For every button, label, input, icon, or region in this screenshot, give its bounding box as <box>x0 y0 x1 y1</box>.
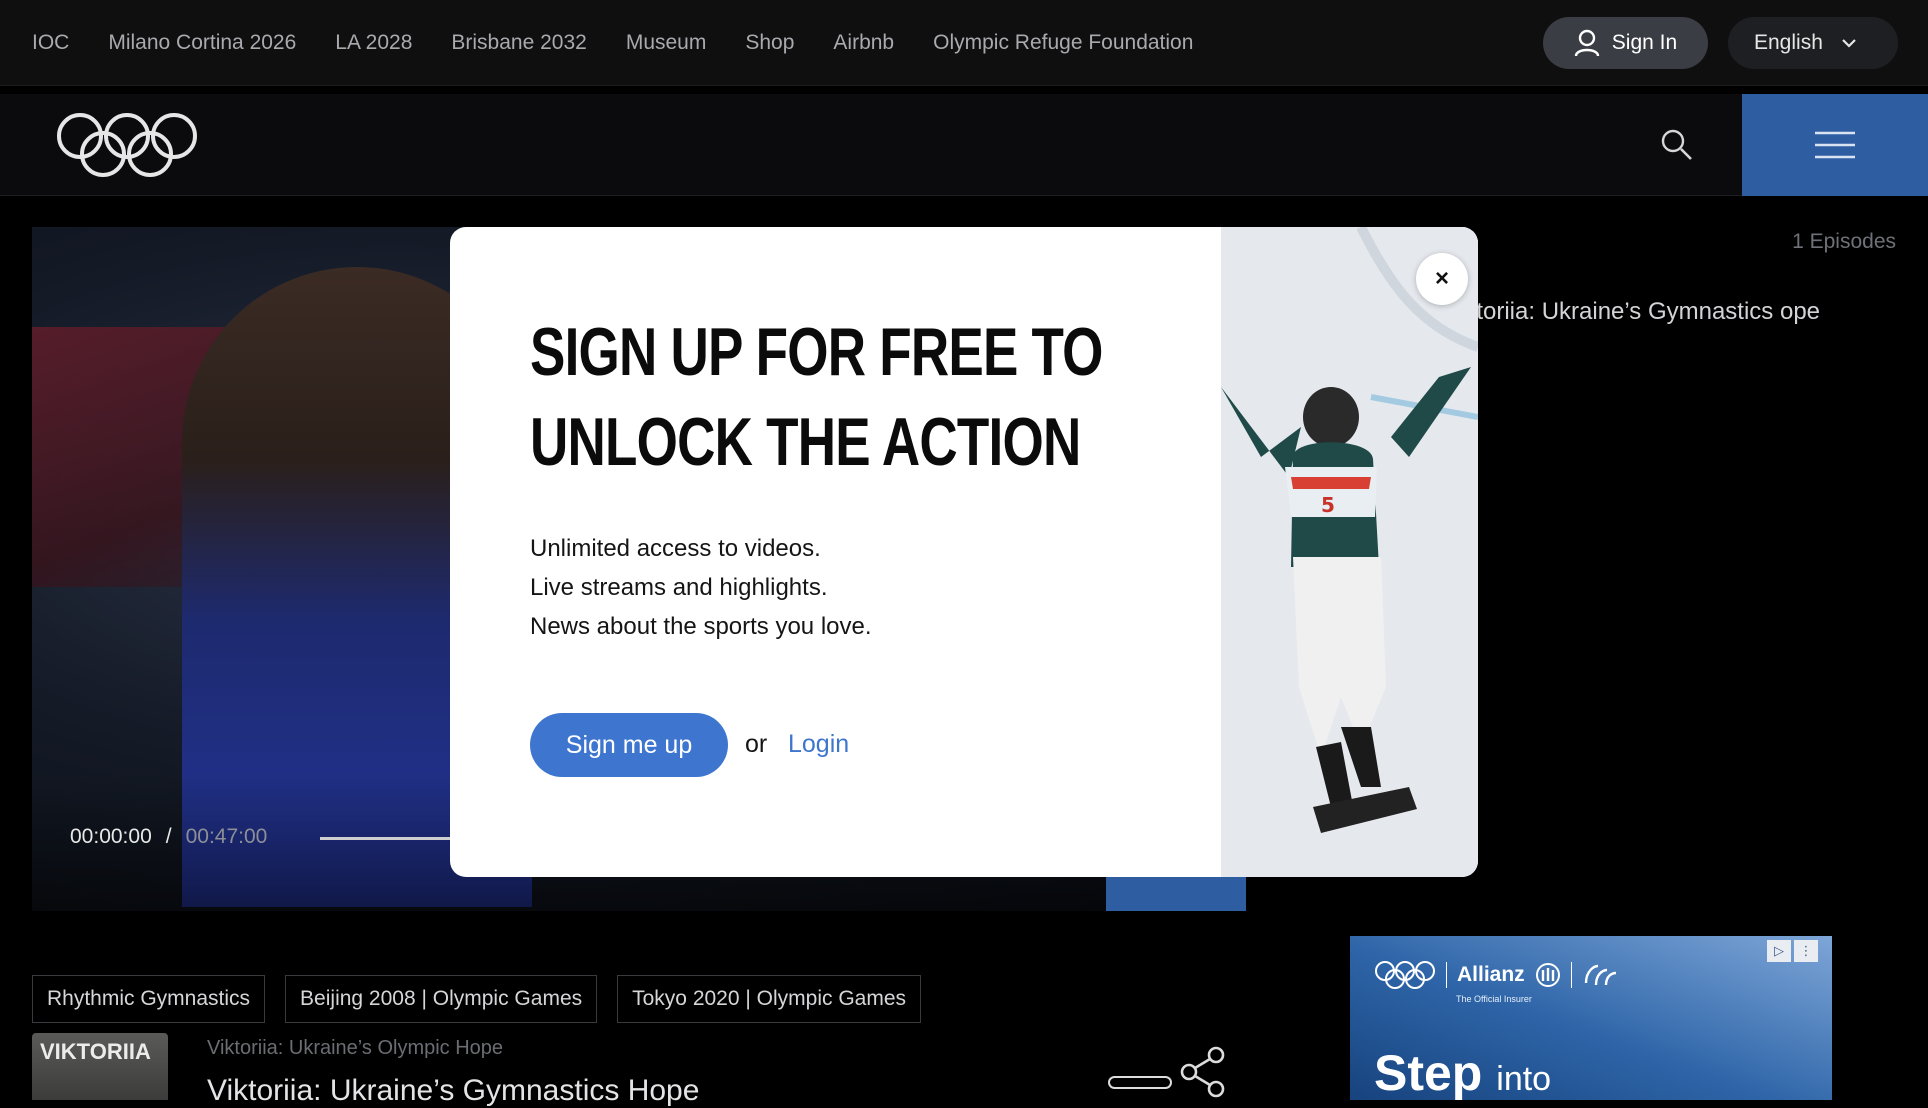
modal-body: Unlimited access to videos. Live streams… <box>530 529 872 646</box>
modal-body-line2: Live streams and highlights. <box>530 568 872 607</box>
sign-me-up-button[interactable]: Sign me up <box>530 713 728 777</box>
modal-headline-line1: SIGN UP FOR FREE TO <box>530 307 1029 397</box>
modal-headline: SIGN UP FOR FREE TO UNLOCK THE ACTION <box>530 307 1029 487</box>
snowboarder-image: 5 <box>1221 227 1478 877</box>
or-label: or <box>745 730 767 759</box>
signup-modal: SIGN UP FOR FREE TO UNLOCK THE ACTION Un… <box>450 227 1478 877</box>
close-modal-button[interactable]: × <box>1416 253 1468 305</box>
modal-body-line1: Unlimited access to videos. <box>530 529 872 568</box>
modal-body-line3: News about the sports you love. <box>530 607 872 646</box>
modal-overlay: SIGN UP FOR FREE TO UNLOCK THE ACTION Un… <box>0 0 1928 1100</box>
snowboarder-illustration: 5 <box>1221 227 1478 877</box>
modal-headline-line2: UNLOCK THE ACTION <box>530 397 1029 487</box>
svg-text:5: 5 <box>1321 493 1335 517</box>
login-link[interactable]: Login <box>788 730 849 759</box>
